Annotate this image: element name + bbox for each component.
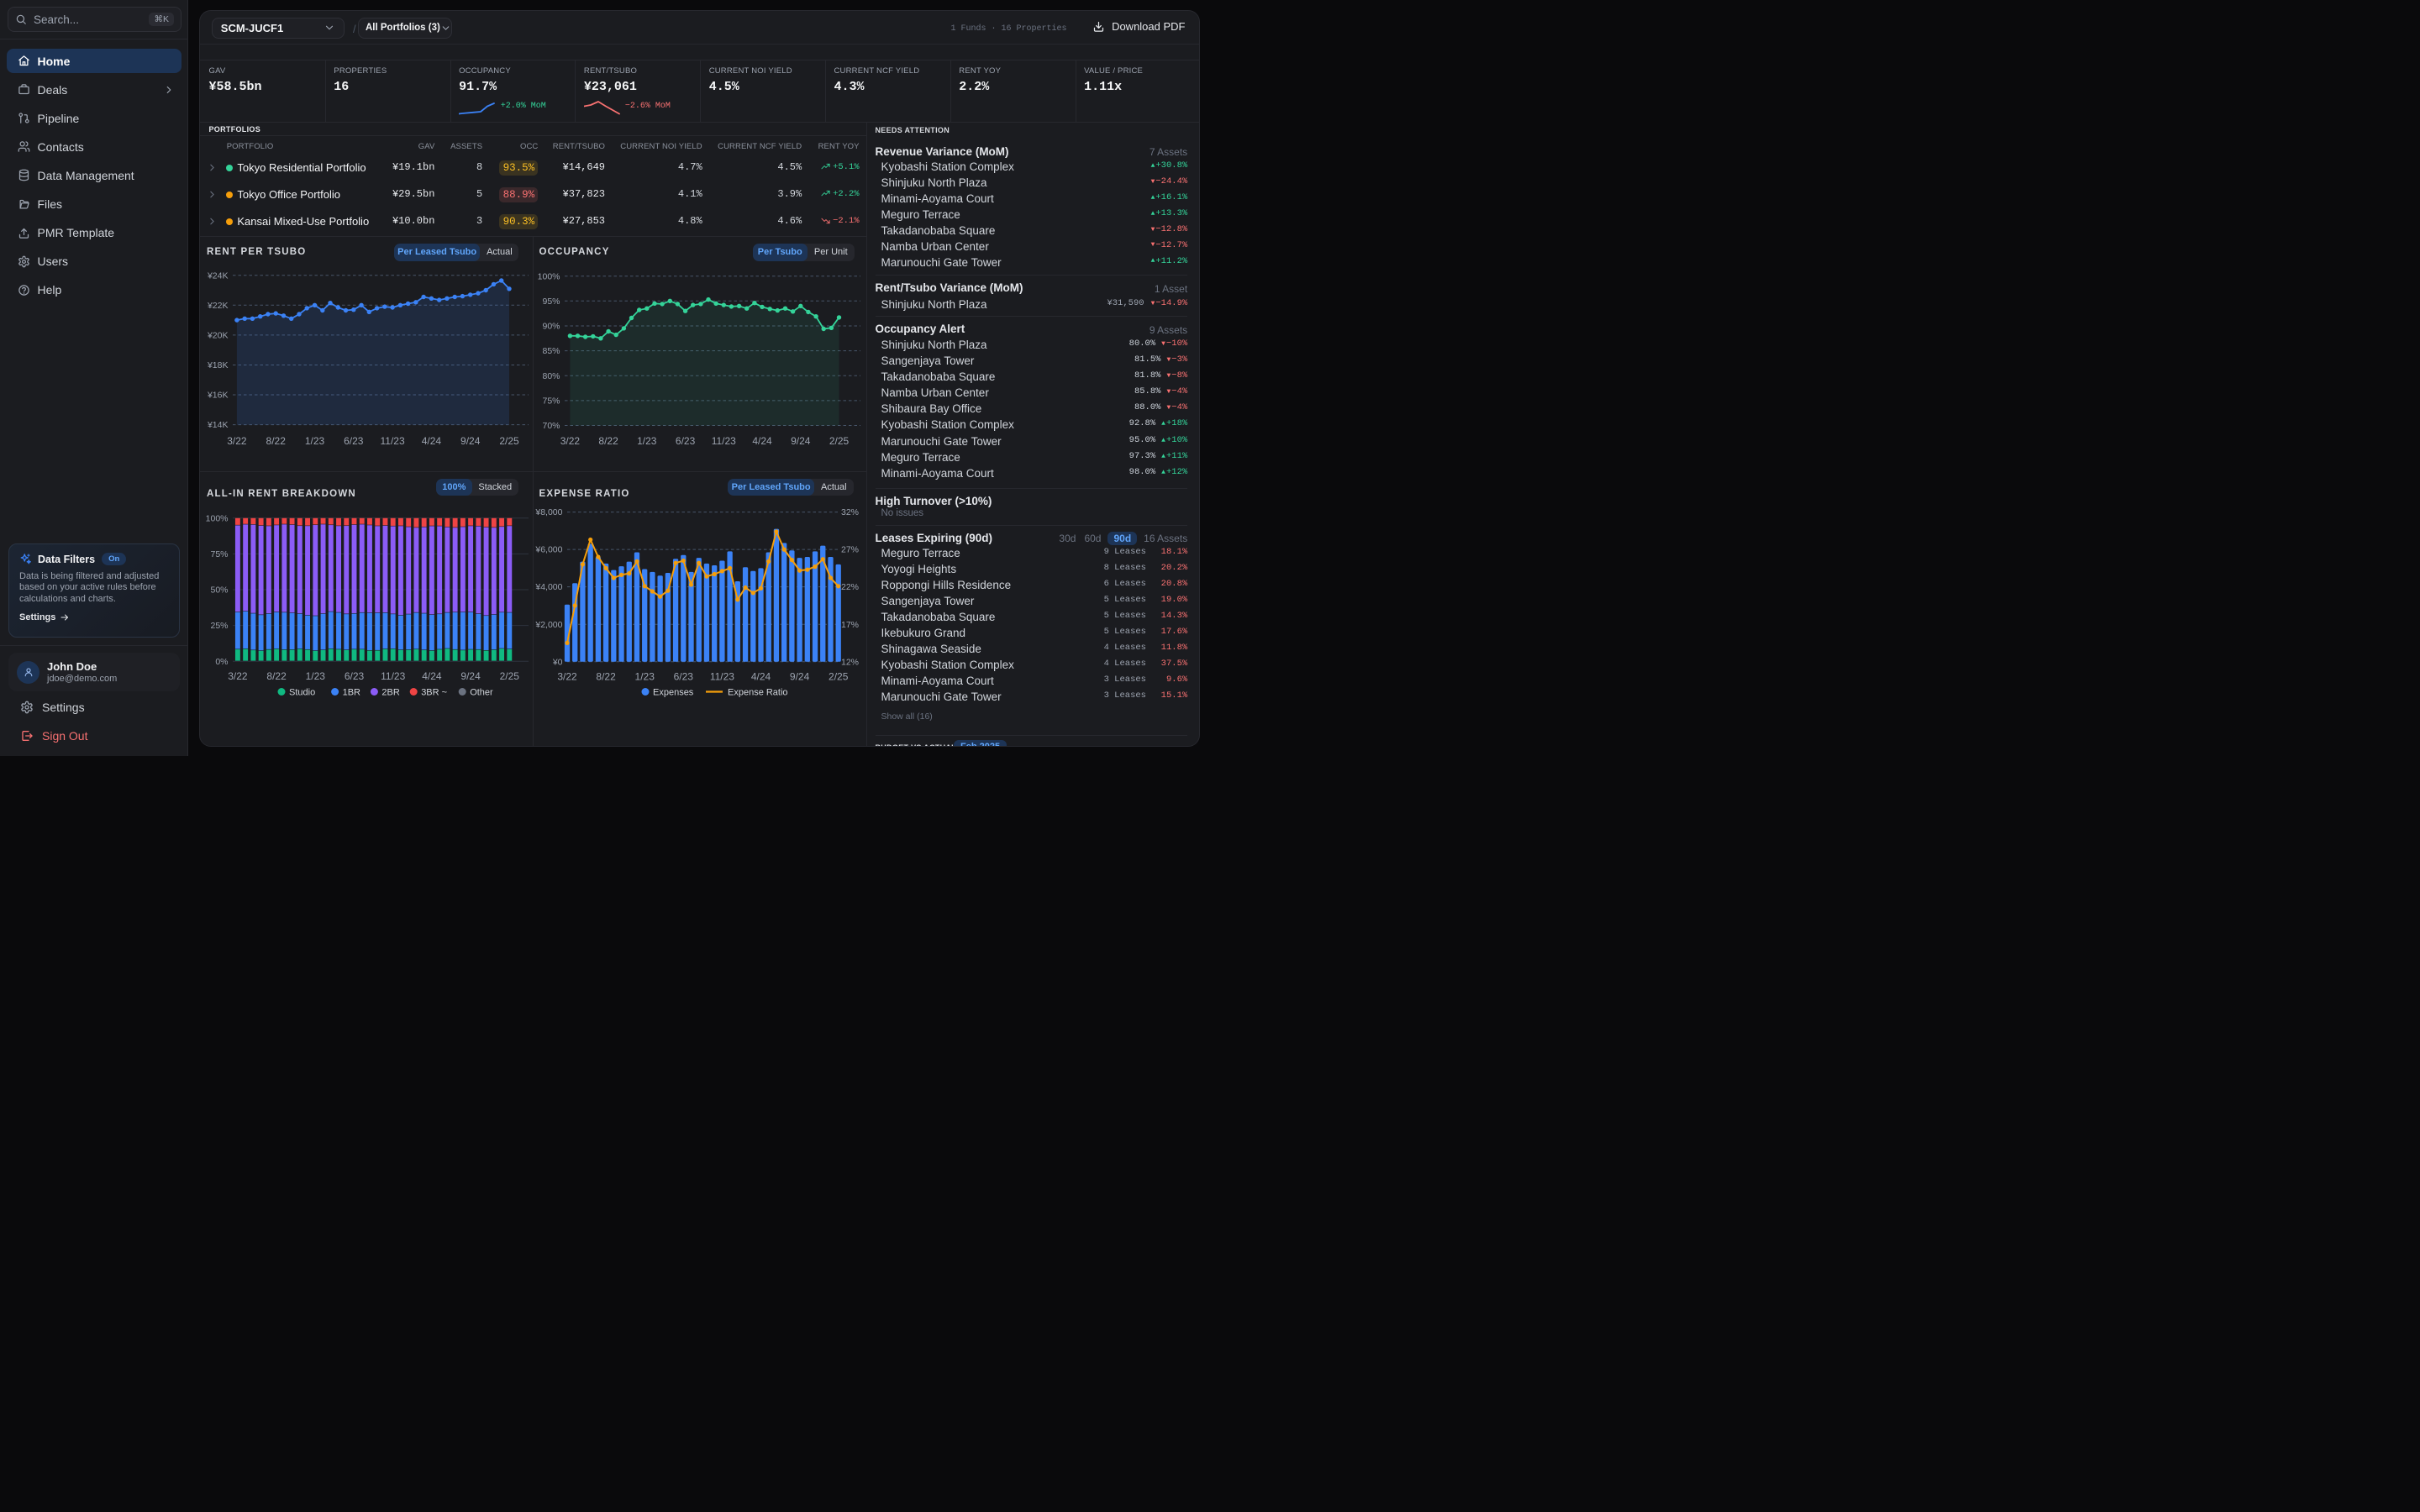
svg-text:¥20K: ¥20K <box>207 331 229 341</box>
svg-text:3/22: 3/22 <box>557 671 577 683</box>
svg-text:¥22K: ¥22K <box>207 301 229 311</box>
svg-text:100%: 100% <box>206 513 229 523</box>
svg-text:75%: 75% <box>542 396 560 407</box>
svg-text:85%: 85% <box>542 346 560 356</box>
svg-text:22%: 22% <box>841 582 859 592</box>
svg-text:¥0: ¥0 <box>551 657 562 667</box>
svg-text:4/24: 4/24 <box>422 435 442 447</box>
svg-text:Studio: Studio <box>289 687 315 697</box>
svg-text:95%: 95% <box>542 297 560 307</box>
svg-text:9/24: 9/24 <box>789 671 809 683</box>
svg-text:Expense Ratio: Expense Ratio <box>728 687 788 697</box>
svg-text:8/22: 8/22 <box>266 670 287 682</box>
svg-text:3BR ~: 3BR ~ <box>421 687 447 697</box>
svg-text:3/22: 3/22 <box>227 435 247 447</box>
svg-text:3/22: 3/22 <box>560 435 580 447</box>
svg-text:27%: 27% <box>841 545 859 555</box>
svg-text:¥18K: ¥18K <box>207 360 229 370</box>
svg-text:80%: 80% <box>542 371 560 381</box>
svg-text:¥24K: ¥24K <box>207 270 229 281</box>
svg-text:2BR: 2BR <box>381 687 399 697</box>
svg-text:1BR: 1BR <box>343 687 360 697</box>
svg-text:9/24: 9/24 <box>460 670 481 682</box>
svg-text:6/23: 6/23 <box>673 671 693 683</box>
svg-text:11/23: 11/23 <box>709 671 734 683</box>
svg-text:11/23: 11/23 <box>381 435 405 447</box>
svg-text:¥14K: ¥14K <box>207 420 229 430</box>
svg-text:1/23: 1/23 <box>305 435 325 447</box>
svg-text:6/23: 6/23 <box>345 670 365 682</box>
svg-text:1/23: 1/23 <box>634 671 655 683</box>
svg-text:¥8,000: ¥8,000 <box>534 507 562 517</box>
svg-text:Other: Other <box>470 687 493 697</box>
svg-text:¥6,000: ¥6,000 <box>534 545 562 555</box>
svg-text:6/23: 6/23 <box>675 435 695 447</box>
svg-text:50%: 50% <box>210 585 228 596</box>
svg-text:4/24: 4/24 <box>752 435 772 447</box>
svg-text:¥16K: ¥16K <box>207 391 229 401</box>
svg-text:17%: 17% <box>841 620 859 630</box>
svg-text:4/24: 4/24 <box>750 671 771 683</box>
svg-text:75%: 75% <box>210 549 228 559</box>
svg-text:¥2,000: ¥2,000 <box>534 620 562 630</box>
svg-text:8/22: 8/22 <box>598 435 618 447</box>
svg-text:8/22: 8/22 <box>266 435 287 447</box>
svg-text:1/23: 1/23 <box>637 435 657 447</box>
svg-text:4/24: 4/24 <box>422 670 442 682</box>
svg-text:2/25: 2/25 <box>829 671 849 683</box>
svg-text:11/23: 11/23 <box>381 670 405 682</box>
svg-text:70%: 70% <box>542 421 560 431</box>
svg-text:2/25: 2/25 <box>499 435 519 447</box>
svg-text:8/22: 8/22 <box>596 671 616 683</box>
svg-text:2/25: 2/25 <box>500 670 520 682</box>
svg-text:Expenses: Expenses <box>653 687 694 697</box>
svg-text:1/23: 1/23 <box>306 670 326 682</box>
svg-text:9/24: 9/24 <box>791 435 811 447</box>
svg-text:12%: 12% <box>841 657 859 667</box>
svg-text:2/25: 2/25 <box>829 435 849 447</box>
svg-text:¥4,000: ¥4,000 <box>534 582 562 592</box>
svg-text:9/24: 9/24 <box>460 435 481 447</box>
svg-text:11/23: 11/23 <box>711 435 735 447</box>
svg-text:100%: 100% <box>537 271 560 281</box>
svg-text:90%: 90% <box>542 322 560 332</box>
svg-text:6/23: 6/23 <box>344 435 364 447</box>
svg-text:3/22: 3/22 <box>228 670 248 682</box>
svg-text:32%: 32% <box>841 507 859 517</box>
svg-text:0%: 0% <box>215 657 228 667</box>
svg-text:25%: 25% <box>210 621 228 631</box>
